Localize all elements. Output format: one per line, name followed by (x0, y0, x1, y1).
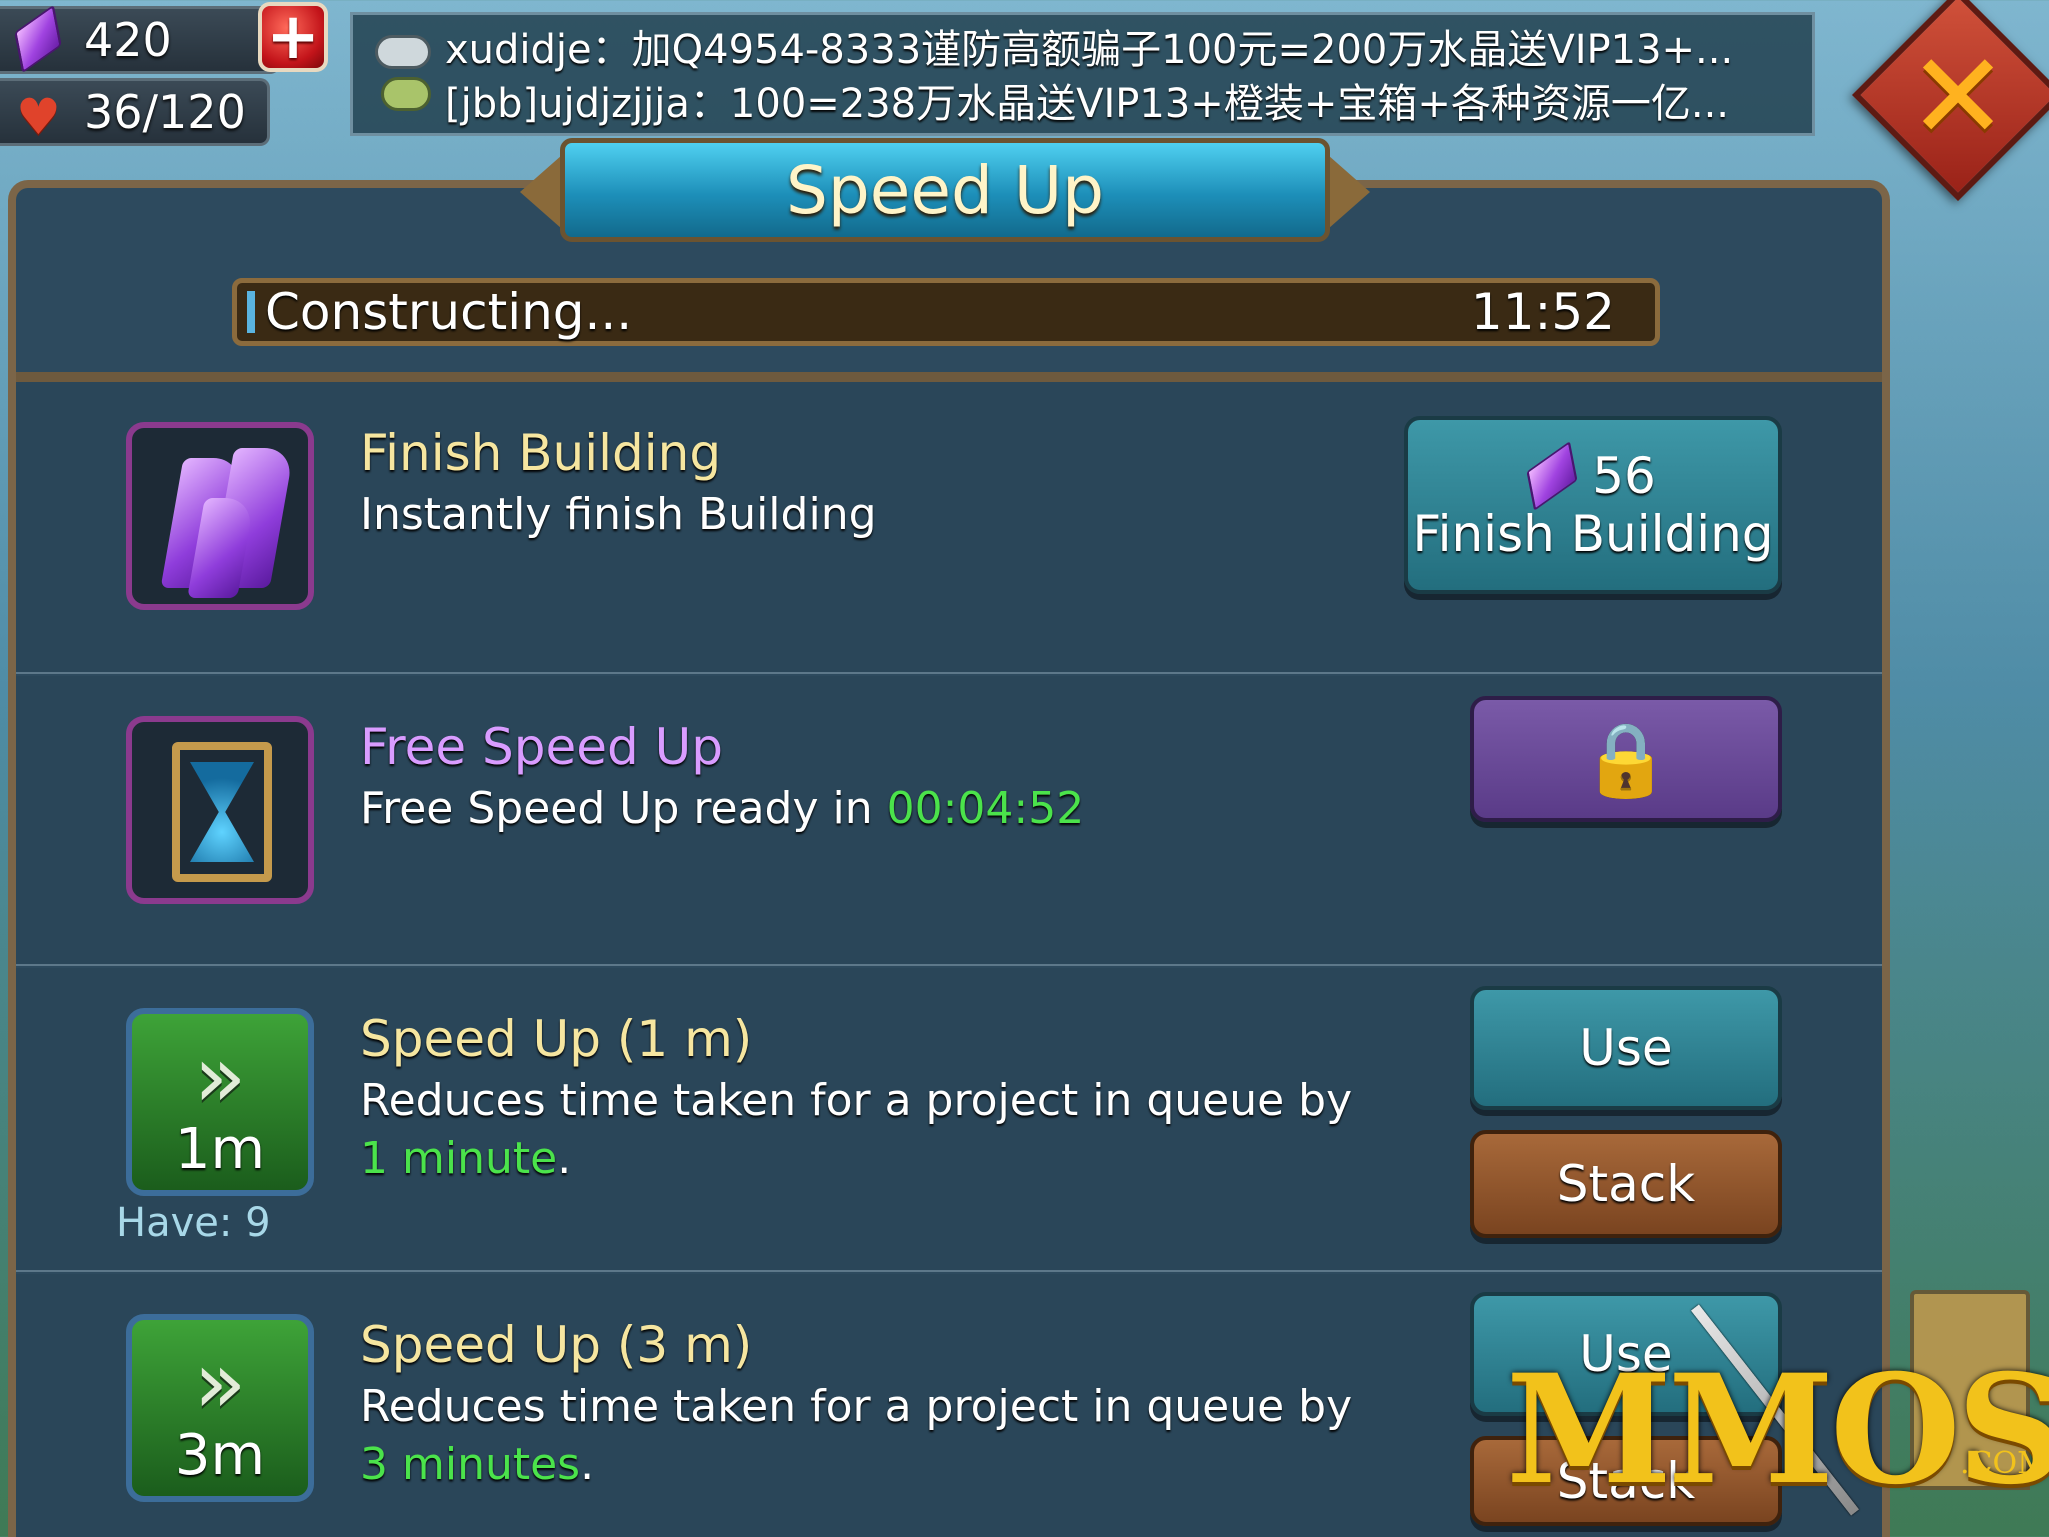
lock-icon: 🔒 (1581, 717, 1671, 801)
hourglass-icon (126, 716, 314, 904)
item-description: Reduces time taken for a project in queu… (360, 1072, 1360, 1188)
description-text: Reduces time taken for a project in queu… (360, 1075, 1353, 1126)
chat-message-1: xudidje：加Q4954-8333谨防高额骗子100元=200万水晶送VIP… (445, 27, 1734, 73)
stack-button[interactable]: Stack (1470, 1436, 1782, 1526)
gem-icon (10, 4, 70, 74)
free-timer: 00:04:52 (886, 783, 1085, 834)
stamina-count: 36/120 (84, 85, 246, 139)
chat-message-2: [jbb]ujdjzjjja：100=238万水晶送VIP13+橙装+宝箱+各种… (445, 81, 1730, 127)
title-banner: Speed Up (560, 138, 1330, 242)
finish-building-button[interactable]: 56 Finish Building (1404, 416, 1782, 594)
item-title: Speed Up (3 m) (360, 1316, 753, 1374)
progress-fill (247, 291, 255, 333)
item-title: Speed Up (1 m) (360, 1010, 753, 1068)
page-title: Speed Up (785, 151, 1105, 229)
progress-time: 11:52 (1470, 283, 1615, 341)
price-value: 56 (1592, 447, 1656, 505)
description-text: Reduces time taken for a project in queu… (360, 1381, 1353, 1432)
progress-label: Constructing... (265, 283, 633, 341)
item-description: Reduces time taken for a project in queu… (360, 1378, 1360, 1494)
stack-button[interactable]: Stack (1470, 1130, 1782, 1238)
divider (16, 372, 1882, 382)
stamina-counter: ♥ 36/120 (0, 78, 270, 146)
amount-unit: minutes (402, 1439, 581, 1490)
item-title: Free Speed Up (360, 718, 723, 776)
description-text: Free Speed Up ready in (360, 783, 887, 834)
chat-ticker[interactable]: xudidje：加Q4954-8333谨防高额骗子100元=200万水晶送VIP… (350, 12, 1815, 136)
list-item-speed-up-3m: » 3m Speed Up (3 m) Reduces time taken f… (16, 1274, 1882, 1537)
description-suffix: . (557, 1133, 572, 1184)
amount-value: 1 (360, 1133, 388, 1184)
free-speed-up-button[interactable]: 🔒 (1470, 696, 1782, 822)
close-icon[interactable]: ✕ (1893, 38, 2023, 158)
amount-unit: minute (402, 1133, 558, 1184)
use-button[interactable]: Use (1470, 1292, 1782, 1416)
item-description: Instantly finish Building (360, 489, 877, 540)
item-title: Finish Building (360, 424, 722, 482)
icon-duration-label: 3m (174, 1423, 266, 1488)
description-suffix: . (580, 1439, 595, 1490)
item-description: Free Speed Up ready in 00:04:52 (360, 780, 1360, 838)
gem-counter: 420 (0, 4, 280, 74)
amount-value: 3 (360, 1439, 388, 1490)
use-button[interactable]: Use (1470, 986, 1782, 1110)
fast-forward-icon: » 1m (126, 1008, 314, 1196)
gem-price: 56 (1526, 441, 1656, 511)
inventory-count: Have: 9 (116, 1200, 271, 1246)
icon-duration-label: 1m (174, 1117, 266, 1182)
list-item-free-speed-up: Free Speed Up Free Speed Up ready in 00:… (16, 676, 1882, 966)
plus-icon: + (266, 0, 320, 74)
construction-progress-bar: Constructing... 11:52 (232, 278, 1660, 346)
heart-icon: ♥ (16, 88, 61, 146)
chat-icon (371, 31, 437, 123)
crystal-icon (126, 422, 314, 610)
gem-count: 420 (84, 13, 172, 67)
finish-button-label: Finish Building (1412, 505, 1774, 563)
watermark-suffix: .COM (1960, 1446, 2048, 1481)
list-item-finish-building: Finish Building Instantly finish Buildin… (16, 382, 1882, 674)
gem-icon (1526, 441, 1578, 511)
castle-tower-logo (1910, 1290, 2030, 1490)
fast-forward-icon: » 3m (126, 1314, 314, 1502)
list-item-speed-up-1m: » 1m Have: 9 Speed Up (1 m) Reduces time… (16, 968, 1882, 1272)
add-gems-button[interactable]: + (258, 2, 328, 72)
